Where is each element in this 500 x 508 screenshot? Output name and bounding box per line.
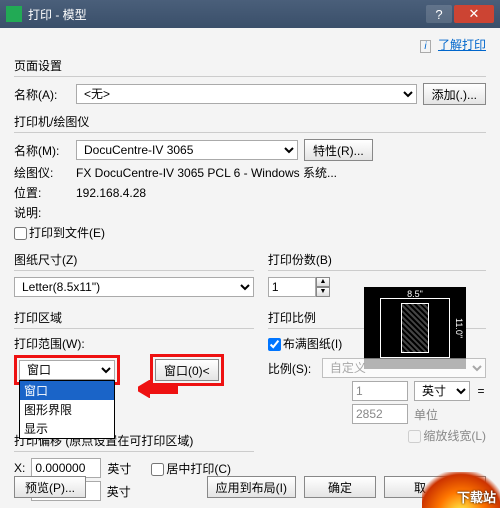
option-window[interactable]: 窗口	[20, 381, 114, 400]
page-name-select[interactable]: <无>	[76, 84, 417, 104]
x-input[interactable]	[31, 458, 101, 478]
window-pick-button[interactable]: 窗口(0)<	[155, 359, 219, 381]
plotter-label: 绘图仪:	[14, 164, 70, 181]
paper-size-select[interactable]: Letter(8.5x11")	[14, 277, 254, 297]
scale-unit-select[interactable]: 英寸	[414, 381, 470, 401]
plotter-value: FX DocuCentre-IV 3065 PCL 6 - Windows 系统…	[76, 164, 337, 181]
help-button[interactable]: ?	[426, 5, 452, 23]
add-button[interactable]: 添加(.)...	[423, 83, 486, 105]
location-value: 192.168.4.28	[76, 186, 146, 200]
scale-lineweight-checkbox: 缩放线宽(L)	[408, 427, 486, 444]
fit-to-paper-checkbox[interactable]: 布满图纸(I)	[268, 337, 342, 351]
printer-name-select[interactable]: DocuCentre-IV 3065	[76, 140, 298, 160]
ratio-label: 比例(S):	[268, 360, 316, 377]
callout-arrow	[138, 380, 178, 398]
unit-label: 单位	[414, 406, 470, 423]
desc-label: 说明:	[14, 204, 70, 221]
print-area-title: 打印区域	[14, 309, 254, 326]
titlebar: 打印 - 模型 ? ✕	[0, 0, 500, 28]
paper-preview: 8.5" 11.0"	[364, 287, 466, 369]
cancel-button[interactable]: 取	[384, 476, 456, 498]
option-limits[interactable]: 图形界限	[20, 400, 114, 419]
print-range-label: 打印范围(W):	[14, 335, 254, 352]
x-label: X:	[14, 461, 25, 475]
info-icon[interactable]: i	[420, 40, 430, 53]
printer-title: 打印机/绘图仪	[14, 113, 486, 130]
scale-den-input	[352, 404, 408, 424]
page-name-label: 名称(A):	[14, 86, 70, 103]
preview-button[interactable]: 预览(P)...	[14, 476, 86, 498]
spin-down-icon[interactable]: ▼	[316, 287, 330, 297]
paper-size-title: 图纸尺寸(Z)	[14, 251, 254, 268]
properties-button[interactable]: 特性(R)...	[304, 139, 373, 161]
location-label: 位置:	[14, 184, 70, 201]
option-display[interactable]: 显示	[20, 419, 114, 438]
window-title: 打印 - 模型	[28, 6, 426, 23]
copies-title: 打印份数(B)	[268, 251, 486, 268]
expand-button[interactable]: >	[464, 476, 486, 498]
printer-name-label: 名称(M):	[14, 142, 70, 159]
close-button[interactable]: ✕	[454, 5, 494, 23]
spin-up-icon[interactable]: ▲	[316, 277, 330, 287]
page-setup-title: 页面设置	[14, 57, 486, 74]
copies-stepper[interactable]: ▲▼	[268, 277, 330, 297]
ratio-select: 自定义	[322, 358, 486, 378]
print-to-file-checkbox[interactable]: 打印到文件(E)	[14, 224, 105, 241]
print-range-select[interactable]: 窗口	[19, 360, 115, 380]
center-print-checkbox[interactable]: 居中打印(C)	[151, 460, 231, 477]
learn-print-link[interactable]: 了解打印	[438, 38, 486, 52]
app-icon	[6, 6, 22, 22]
print-range-options: 窗口 图形界限 显示	[19, 380, 115, 439]
scale-num-input	[352, 381, 408, 401]
ok-button[interactable]: 确定	[304, 476, 376, 498]
apply-layout-button[interactable]: 应用到布局(I)	[207, 476, 296, 498]
